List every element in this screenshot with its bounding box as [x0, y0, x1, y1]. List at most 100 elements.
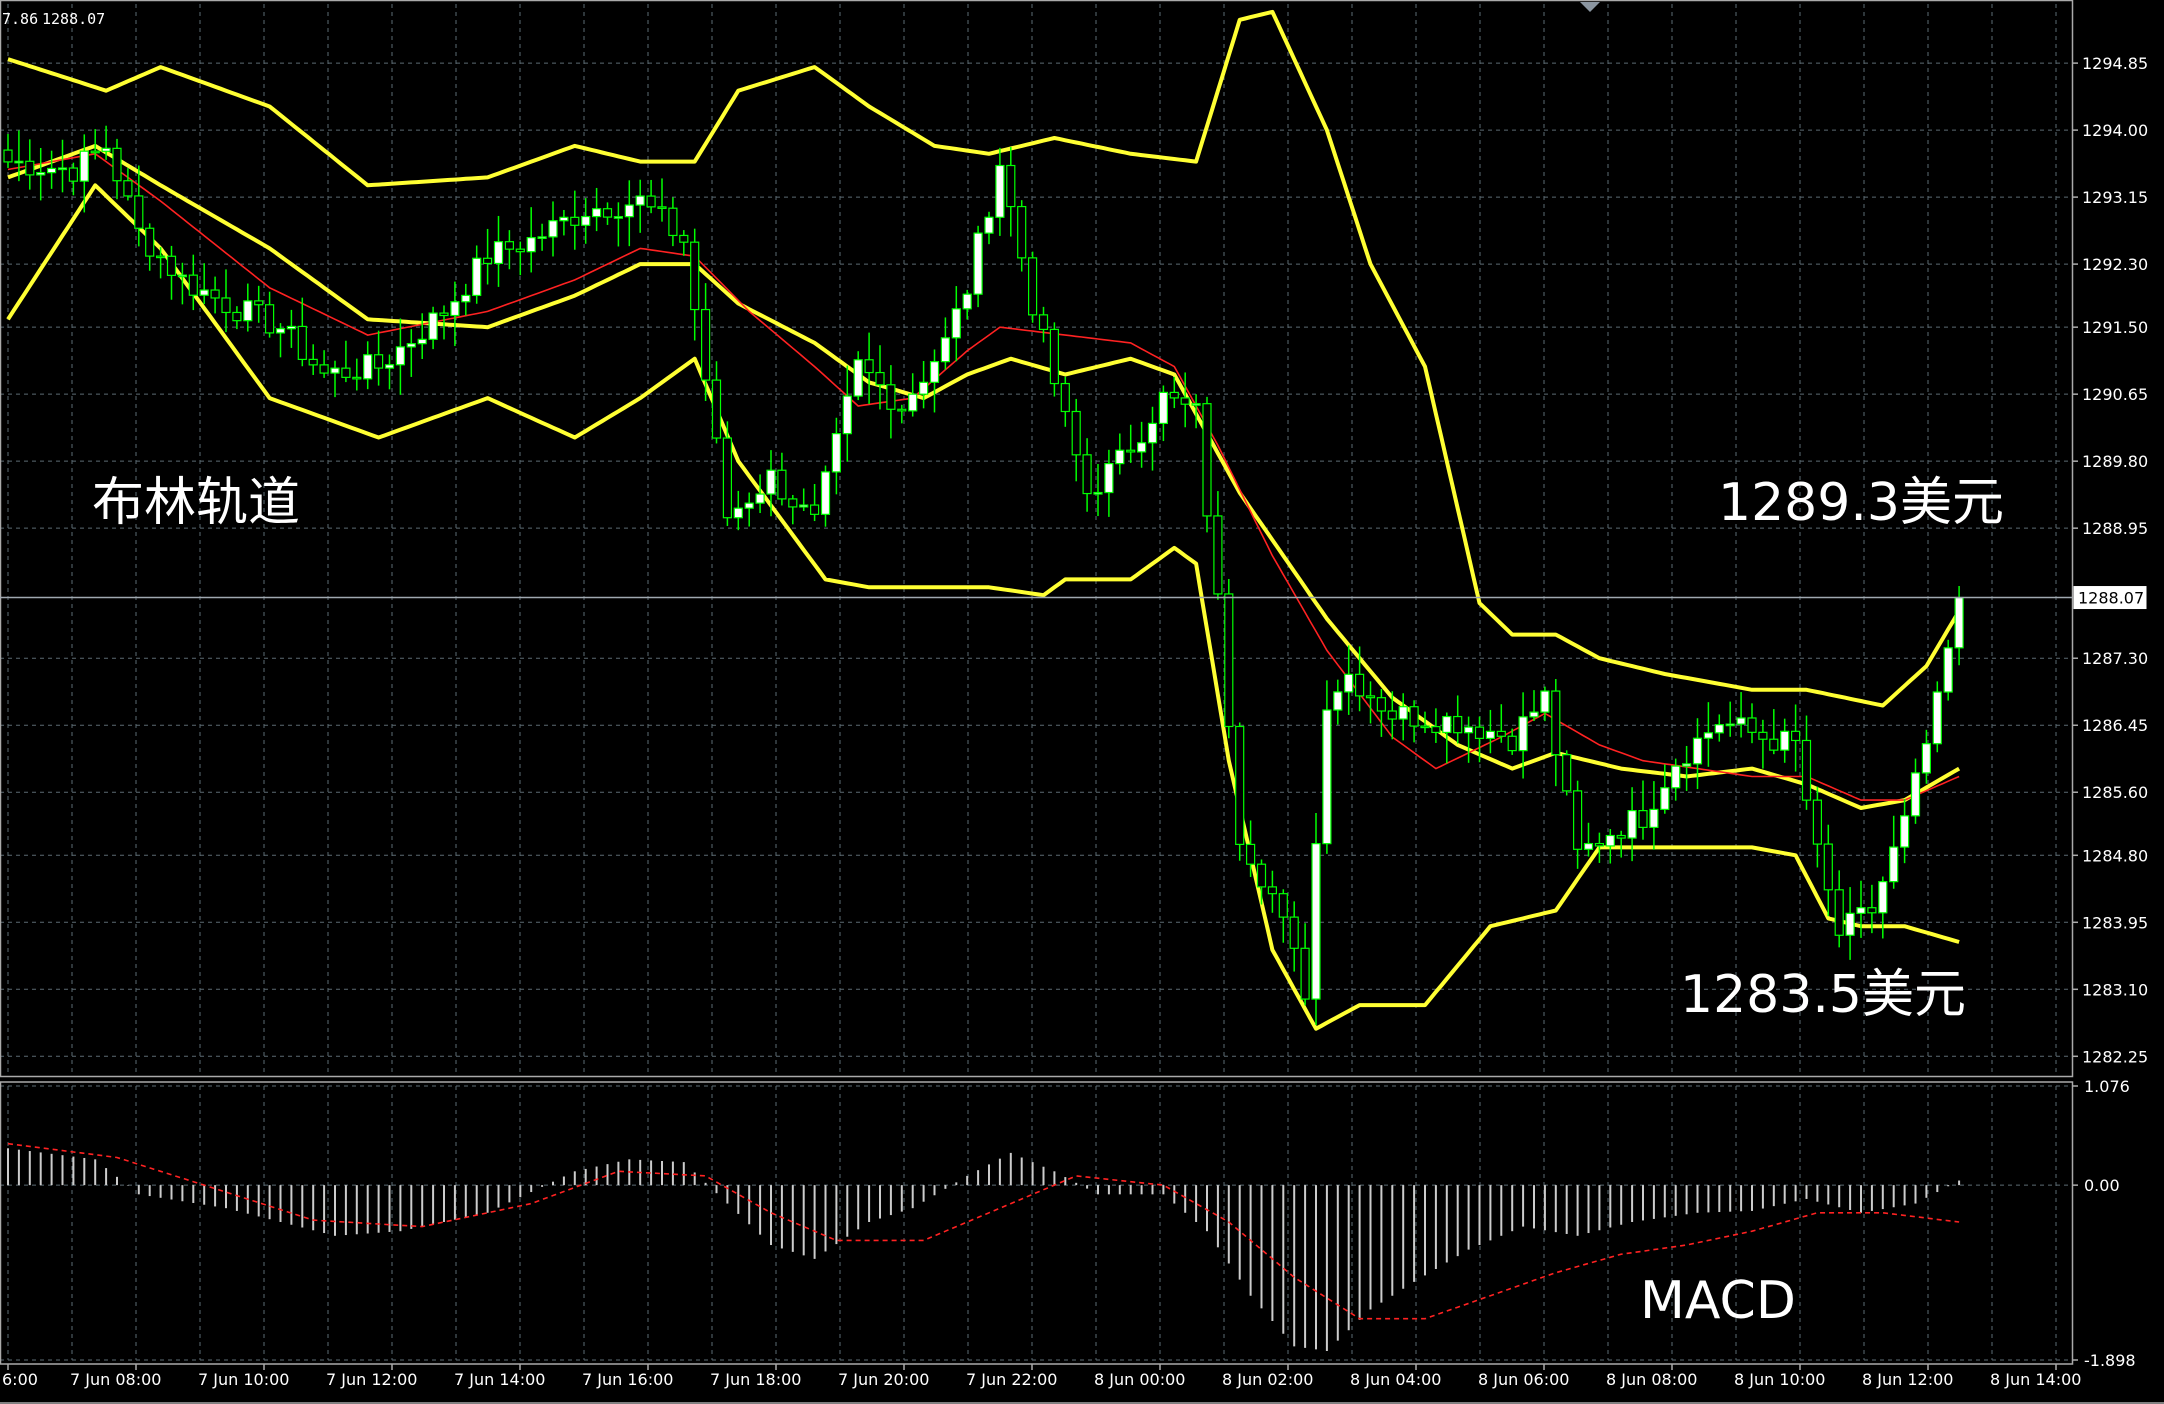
- candle-body: [1703, 732, 1714, 739]
- candle-body: [777, 469, 787, 500]
- candle-body: [134, 195, 144, 229]
- candle-body: [897, 408, 907, 412]
- candle-body: [570, 216, 580, 226]
- candle-body: [929, 361, 940, 383]
- candle-body: [918, 381, 929, 395]
- candle-body: [101, 147, 111, 152]
- price-tick-label: 1292.30: [2082, 255, 2148, 274]
- trading-chart[interactable]: 1294.85 1294.00 1293.15 1292.30 1291.50 1290.…: [0, 0, 2164, 1404]
- candle-body: [1878, 881, 1888, 914]
- header-left-value: 7.86: [2, 10, 38, 28]
- price-tick-label: 1283.10: [2082, 980, 2148, 999]
- price-tick-label: 1294.00: [2082, 121, 2148, 140]
- candle-body: [1354, 673, 1365, 697]
- time-tick-label: 7 Jun 08:00: [70, 1370, 161, 1389]
- candle-body: [428, 312, 438, 340]
- price-tick-label: 1289.80: [2082, 452, 2148, 471]
- candle-body: [733, 507, 743, 519]
- candle-body: [221, 297, 231, 314]
- candle-body: [406, 343, 416, 348]
- candle-body: [940, 337, 951, 363]
- candle-body: [962, 293, 972, 310]
- candle-body: [232, 311, 242, 322]
- candle-body: [1158, 391, 1169, 425]
- candle-body: [1845, 912, 1855, 936]
- bollinger-annotation: 布林轨道: [92, 473, 300, 533]
- bull-candle: [1943, 639, 1953, 701]
- candle-body: [483, 257, 493, 265]
- time-tick-label: 8 Jun 04:00: [1350, 1370, 1441, 1389]
- candle-body: [363, 354, 373, 380]
- candle-body: [1453, 715, 1463, 734]
- candle-body: [439, 312, 449, 317]
- current-price-value: 1288.07: [2078, 589, 2144, 608]
- candle-body: [1235, 725, 1245, 846]
- candle-body: [254, 300, 264, 306]
- candle-body: [166, 255, 177, 276]
- candle-body: [1943, 647, 1953, 693]
- candle-body: [1801, 739, 1812, 801]
- candle-body: [68, 167, 79, 182]
- candle-body: [1780, 730, 1790, 751]
- candle-body: [1594, 842, 1605, 847]
- time-tick-label: 7 Jun 16:00: [582, 1370, 673, 1389]
- candle-body: [1889, 846, 1899, 883]
- candle-body: [886, 384, 896, 410]
- candle-body: [1311, 843, 1321, 1000]
- candle-body: [25, 160, 35, 176]
- candle-body: [1681, 763, 1692, 767]
- candle-body: [1856, 907, 1866, 914]
- candle-body: [472, 257, 482, 297]
- candle-body: [243, 300, 253, 322]
- candle-body: [657, 206, 667, 209]
- time-tick-label: 8 Jun 10:00: [1734, 1370, 1825, 1389]
- current-price-tag: 1288.07: [2073, 586, 2147, 610]
- bear-candle: [1202, 396, 1212, 533]
- candle-body: [1093, 491, 1103, 495]
- candle-body: [624, 204, 634, 218]
- candle-body: [690, 241, 700, 311]
- candle-body: [1507, 735, 1517, 752]
- candle-body: [973, 232, 983, 295]
- candle-body: [188, 274, 198, 296]
- candle-body: [755, 493, 765, 504]
- candle-body: [297, 325, 307, 360]
- candle-body: [831, 433, 842, 473]
- time-tick-label: 7 Jun 12:00: [326, 1370, 417, 1389]
- candle-body: [1104, 462, 1114, 494]
- candle-body: [1474, 726, 1485, 739]
- candle-body: [461, 294, 471, 303]
- candle-body: [809, 504, 820, 515]
- candle-body: [112, 147, 122, 182]
- candle-body: [308, 358, 318, 366]
- candle-body: [581, 215, 591, 226]
- candle-body: [1572, 790, 1583, 850]
- candle-body: [286, 325, 296, 330]
- upper-price-annotation: 1289.3美元: [1718, 473, 2004, 533]
- price-tick-label: 1286.45: [2082, 716, 2148, 735]
- candle-body: [1289, 916, 1299, 949]
- time-tick-label: 8 Jun 02:00: [1222, 1370, 1313, 1389]
- candle-body: [842, 395, 852, 435]
- candle-body: [820, 471, 831, 515]
- candle-body: [1245, 843, 1256, 865]
- candle-body: [1126, 449, 1136, 453]
- candle-body: [1267, 886, 1278, 895]
- candle-body: [1300, 947, 1310, 1000]
- candle-body: [1638, 810, 1648, 828]
- candle-body: [1769, 738, 1779, 751]
- candle-body: [679, 234, 689, 243]
- candle-body: [1376, 697, 1387, 712]
- candle-body: [744, 502, 754, 509]
- candle-body: [559, 216, 569, 222]
- time-tick-label: 6:00: [2, 1370, 38, 1389]
- candle-body: [1180, 397, 1190, 405]
- candle-body: [1409, 706, 1419, 727]
- candle-body: [537, 236, 547, 239]
- macd-annotation: MACD: [1640, 1271, 1796, 1331]
- candle-body: [36, 172, 46, 176]
- candle-body: [908, 393, 918, 412]
- candle-body: [1790, 730, 1801, 742]
- candle-body: [330, 367, 340, 374]
- candle-body: [1115, 449, 1125, 465]
